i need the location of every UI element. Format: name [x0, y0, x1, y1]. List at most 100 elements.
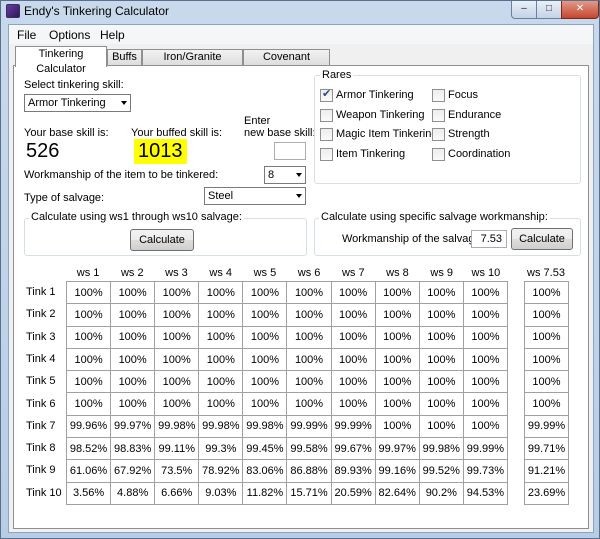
skill-select[interactable]: Armor Tinkering [24, 94, 131, 112]
grid-cell: 100% [462, 303, 509, 327]
grid-column-header: ws 7 [341, 267, 365, 279]
grid-cell: 83.06% [242, 459, 288, 483]
base-skill-value: 526 [26, 140, 60, 162]
tab-covenant-planner[interactable]: Covenant Planner [243, 49, 330, 78]
menu-file[interactable]: File [17, 28, 36, 42]
grid-cell: 100% [198, 392, 244, 416]
specific-grid-cell: 23.69% [524, 481, 569, 505]
grid-cell: 100% [286, 325, 332, 349]
menu-options[interactable]: Options [49, 28, 90, 42]
grid-row-header: Tink 9 [26, 464, 56, 477]
rare-armor-tinkering-checkbox[interactable] [320, 87, 333, 102]
enter-skill-label-1: Enter [244, 115, 271, 127]
workmanship-select[interactable]: 8 [264, 166, 306, 184]
title-bar[interactable]: Endy's Tinkering Calculator – □ ✕ [1, 1, 599, 23]
grid-cell: 100% [418, 325, 464, 349]
grid-cell: 100% [374, 392, 420, 416]
grid-row-header: Tink 4 [26, 352, 56, 365]
grid-cell: 100% [65, 392, 112, 416]
grid-column-header: ws 2 [120, 267, 144, 279]
rare-endurance-checkbox[interactable] [432, 109, 445, 122]
close-button[interactable]: ✕ [561, 1, 599, 19]
grid-cell: 100% [110, 370, 156, 394]
rare-focus-checkbox[interactable] [432, 89, 445, 102]
grid-cell: 100% [374, 370, 420, 394]
rare-item-tinkering-label[interactable]: Item Tinkering [336, 148, 405, 160]
grid-cell: 100% [286, 280, 332, 305]
grid-cell: 100% [286, 303, 332, 327]
minimize-button[interactable]: – [511, 1, 537, 19]
rare-coordination-checkbox[interactable] [432, 148, 445, 161]
grid-cell: 100% [330, 303, 376, 327]
grid-cell: 100% [242, 392, 288, 416]
rare-strength-label[interactable]: Strength [448, 128, 490, 140]
grid-cell: 100% [330, 325, 376, 349]
calculate-range-button[interactable]: Calculate [130, 229, 194, 251]
grid-cell: 99.99% [286, 414, 332, 439]
app-icon [6, 4, 20, 18]
grid-cell: 98.83% [110, 437, 156, 461]
enter-skill-label-2: new base skill: [244, 127, 316, 139]
rare-magic-item-tinkering-checkbox[interactable] [320, 128, 333, 141]
grid-cell: 100% [418, 392, 464, 416]
rare-coordination-label[interactable]: Coordination [448, 148, 510, 160]
grid-cell: 3.56% [65, 481, 112, 505]
rare-focus-label[interactable]: Focus [448, 89, 478, 101]
grid-cell: 100% [242, 347, 288, 372]
grid-cell: 100% [154, 347, 200, 372]
table-row: 23.69% [524, 481, 569, 505]
table-row: 100% [524, 392, 569, 416]
grid-cell: 100% [65, 303, 112, 327]
grid-column-header: ws 1 [76, 267, 100, 279]
grid-cell: 99.98% [198, 414, 244, 439]
grid-row-header: Tink 10 [26, 486, 62, 499]
rare-item-tinkering-checkbox[interactable] [320, 148, 333, 161]
specific-grid-cell: 100% [524, 280, 569, 305]
rare-strength-checkbox[interactable] [432, 128, 445, 141]
grid-cell: 99.98% [154, 414, 200, 439]
grid-cell: 99.97% [110, 414, 156, 439]
maximize-button[interactable]: □ [536, 1, 562, 19]
grid-cell: 100% [330, 347, 376, 372]
results-grid: 100% 100% 100% 100% 100% 100% 100% 100% 100% 100%… [65, 280, 509, 505]
salvage-type-select[interactable]: Steel [204, 187, 306, 205]
rare-weapon-tinkering-checkbox[interactable] [320, 109, 333, 122]
grid-cell: 94.53% [462, 481, 509, 505]
grid-cell: 100% [198, 325, 244, 349]
grid-cell: 99.58% [286, 437, 332, 461]
grid-cell: 20.59% [330, 481, 376, 505]
calculate-specific-button[interactable]: Calculate [511, 228, 573, 250]
rare-magic-item-tinkering-label[interactable]: Magic Item Tinkering [336, 128, 437, 140]
rare-endurance-label[interactable]: Endurance [448, 109, 501, 121]
grid-cell: 99.99% [462, 437, 509, 461]
table-row: 100% [524, 280, 569, 305]
specific-grid-cell: 100% [524, 370, 569, 394]
menu-help[interactable]: Help [100, 28, 125, 42]
rare-weapon-tinkering-label[interactable]: Weapon Tinkering [336, 109, 424, 121]
tab-buffs[interactable]: Buffs [107, 49, 142, 66]
grid-cell: 100% [65, 370, 112, 394]
table-row: 100% 100% 100% 100% 100% 100% 100% 100% 100% 100% [65, 347, 509, 372]
new-base-skill-input[interactable] [274, 142, 306, 160]
tab-tinkering-calculator[interactable]: Tinkering Calculator [15, 46, 107, 75]
grid-cell: 100% [462, 370, 509, 394]
grid-cell: 100% [65, 325, 112, 349]
grid-cell: 100% [418, 414, 464, 439]
grid-cell: 61.06% [65, 459, 112, 483]
grid-cell: 100% [330, 392, 376, 416]
grid-cell: 99.3% [198, 437, 244, 461]
tab-iron-granite-calculator[interactable]: Iron/Granite Calculator [142, 49, 243, 78]
grid-cell: 100% [242, 325, 288, 349]
salvage-workmanship-input[interactable]: 7.53 [471, 230, 507, 248]
grid-cell: 100% [154, 392, 200, 416]
grid-cell: 99.98% [242, 414, 288, 439]
grid-cell: 99.98% [418, 437, 464, 461]
grid-cell: 99.45% [242, 437, 288, 461]
table-row: 100% [524, 347, 569, 372]
grid-cell: 89.93% [330, 459, 376, 483]
grid-row-header: Tink 2 [26, 308, 56, 321]
chevron-down-icon [296, 173, 302, 177]
grid-column-header: ws 3 [165, 267, 188, 279]
table-row: 100% 100% 100% 100% 100% 100% 100% 100% 100% 100% [65, 325, 509, 349]
rare-armor-tinkering-label[interactable]: Armor Tinkering [336, 89, 414, 101]
